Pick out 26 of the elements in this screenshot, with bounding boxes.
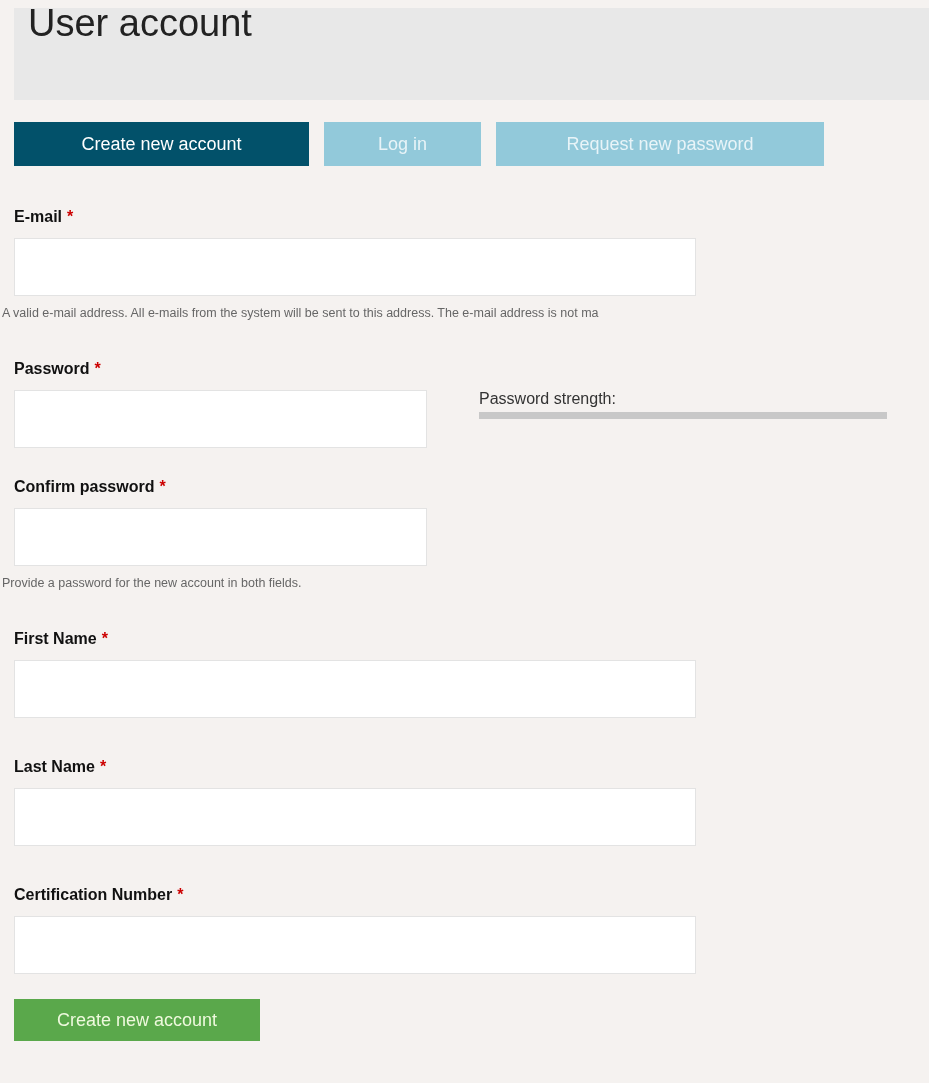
required-mark: * <box>101 630 108 647</box>
required-mark: * <box>94 360 101 377</box>
submit-button[interactable]: Create new account <box>14 999 260 1041</box>
tab[interactable]: Create new account <box>14 122 309 166</box>
tab[interactable]: Log in <box>324 122 481 166</box>
strength-label: Password strength: <box>479 390 617 408</box>
required-mark: * <box>159 478 166 495</box>
input-field[interactable] <box>14 788 696 846</box>
tab[interactable]: Request new password <box>496 122 824 166</box>
page-title: User account <box>27 2 252 45</box>
required-mark: * <box>177 886 184 903</box>
field-description: A valid e-mail address. All e-mails from the system will be sent to this address. The e-mail address is not ma <box>2 306 600 320</box>
required-mark: * <box>99 758 107 775</box>
field-label: E-mail * <box>14 208 75 227</box>
field-label: Password * <box>14 360 102 379</box>
field-label: Certification Number * <box>14 886 185 905</box>
field-description: Provide a password for the new account in both fields. <box>2 576 303 590</box>
field-label: Confirm password * <box>14 478 167 497</box>
input-field[interactable] <box>14 238 696 296</box>
field-label: Last Name * <box>14 758 108 777</box>
input-field[interactable] <box>14 660 696 718</box>
required-mark: * <box>67 208 74 225</box>
input-field[interactable] <box>14 508 427 566</box>
field-label: First Name * <box>14 630 109 649</box>
input-field[interactable] <box>14 916 696 974</box>
input-field[interactable] <box>14 390 427 448</box>
